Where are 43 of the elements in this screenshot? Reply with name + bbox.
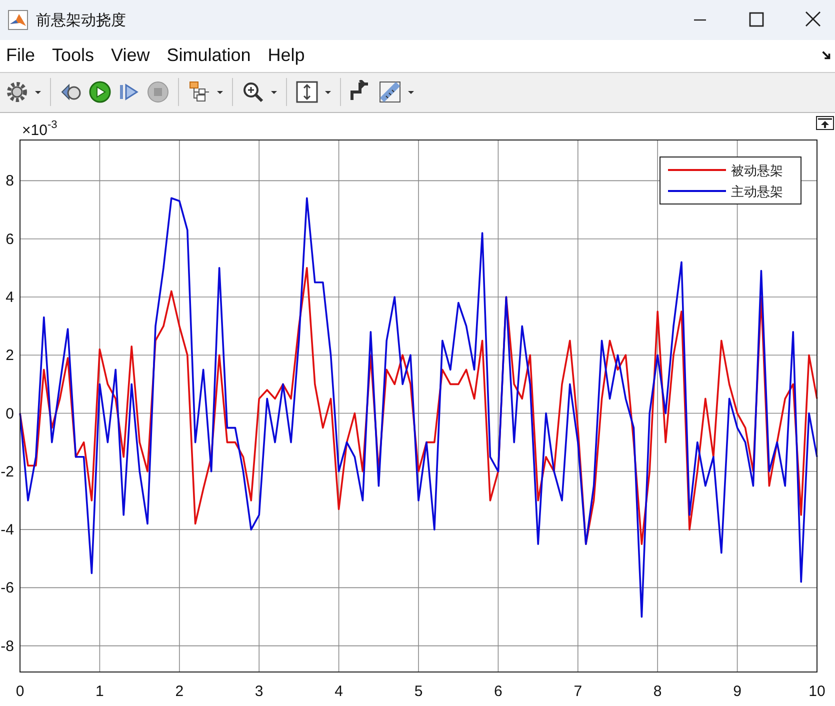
y-tick-label: 8 [6, 172, 14, 190]
menu-item[interactable]: View [111, 45, 150, 66]
y-tick-label: -6 [0, 580, 14, 597]
window-title: 前悬架动挠度 [36, 10, 126, 30]
app-logo-icon [8, 10, 28, 30]
caret-icon[interactable] [270, 88, 278, 96]
x-tick-label: 4 [334, 683, 343, 700]
y-tick-label: 2 [6, 347, 14, 364]
menu-item[interactable]: Simulation [166, 45, 251, 66]
menu-item[interactable]: Tools [52, 45, 94, 66]
fit-to-view-icon[interactable] [295, 80, 319, 104]
run-icon[interactable] [88, 80, 112, 104]
x-tick-label: 6 [494, 683, 502, 700]
x-tick-label: 3 [254, 683, 264, 700]
menu-item[interactable]: Help [268, 45, 305, 66]
menu-item[interactable]: File [6, 45, 36, 66]
expand-icon[interactable] [816, 116, 834, 130]
y-tick-label: -8 [0, 638, 14, 655]
caret-icon[interactable] [34, 88, 42, 96]
x-tick-label: 0 [16, 683, 24, 700]
caret-icon[interactable] [407, 88, 415, 96]
caret-icon[interactable] [216, 88, 224, 96]
x-tick-label: 2 [175, 683, 184, 700]
legend-label: 被动悬架 [731, 164, 783, 179]
ruler-icon[interactable] [378, 80, 402, 104]
y-tick-label: -4 [0, 522, 14, 539]
x-tick-label: 1 [96, 683, 104, 700]
x-tick-label: 5 [414, 683, 423, 700]
x-tick-label: 8 [653, 683, 662, 700]
undock-icon[interactable] [821, 50, 832, 62]
axis-multiplier: ×10$^{-3}$ [22, 119, 58, 139]
y-tick-label: -2 [0, 463, 14, 480]
y-tick-label: 0 [6, 405, 14, 422]
legend-label: 主动悬架 [731, 184, 783, 200]
settings-icon[interactable] [5, 80, 29, 104]
caret-icon[interactable] [324, 88, 332, 96]
zoom-icon[interactable] [241, 80, 265, 104]
x-tick-label: 10 [808, 683, 826, 700]
x-tick-label: 7 [574, 683, 582, 700]
y-tick-label: 4 [6, 288, 14, 306]
x-tick-label: 9 [733, 683, 742, 700]
y-tick-label: 6 [6, 230, 14, 248]
signal-selector-icon[interactable] [187, 80, 211, 104]
